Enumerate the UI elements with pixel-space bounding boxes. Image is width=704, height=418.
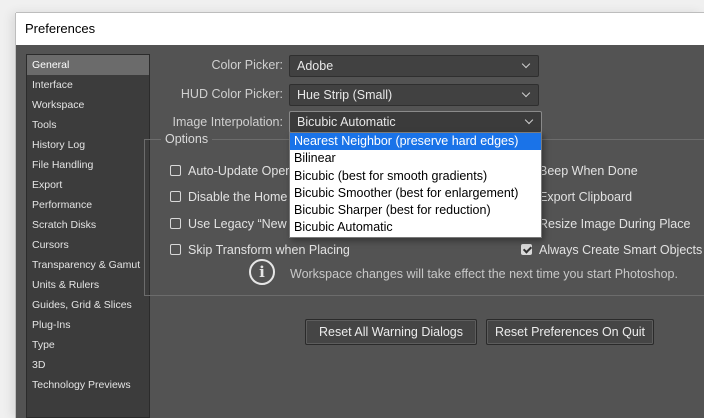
always-smart-objects-checkbox-row[interactable]: Always Create Smart Objects w: [521, 243, 704, 259]
dropdown-option-bilinear[interactable]: Bilinear: [290, 150, 541, 167]
sidebar-item-type[interactable]: Type: [27, 335, 149, 355]
sidebar-item-export[interactable]: Export: [27, 175, 149, 195]
image-interpolation-label: Image Interpolation:: [172, 115, 284, 129]
sidebar-item-history-log[interactable]: History Log: [27, 135, 149, 155]
image-interpolation-select[interactable]: Bicubic Automatic: [289, 111, 542, 133]
color-picker-select[interactable]: Adobe: [289, 55, 539, 77]
skip-transform-label: Skip Transform when Placing: [188, 243, 350, 257]
beep-when-done-label: Beep When Done: [539, 164, 638, 178]
info-circle-icon: i: [249, 259, 275, 285]
export-clipboard-label: Export Clipboard: [539, 190, 633, 204]
sidebar-item-transparency-gamut[interactable]: Transparency & Gamut: [27, 255, 149, 275]
sidebar-item-file-handling[interactable]: File Handling: [27, 155, 149, 175]
disable-home-label: Disable the Home: [188, 190, 288, 204]
use-legacy-new-label: Use Legacy “New: [188, 217, 287, 231]
resize-image-label: Resize Image During Place: [539, 217, 691, 231]
skip-transform-checkbox[interactable]: [170, 244, 181, 255]
dropdown-option-nearest-neighbor[interactable]: Nearest Neighbor (preserve hard edges): [290, 133, 541, 151]
hud-color-picker-value: Hue Strip (Small): [297, 88, 393, 102]
sidebar-item-scratch-disks[interactable]: Scratch Disks: [27, 215, 149, 235]
dropdown-option-bicubic-sharper[interactable]: Bicubic Sharper (best for reduction): [290, 202, 541, 219]
color-picker-label: Color Picker:: [211, 58, 283, 72]
dropdown-option-bicubic-smoother[interactable]: Bicubic Smoother (best for enlargement): [290, 185, 541, 202]
auto-update-label: Auto-Update Oper: [188, 164, 290, 178]
dropdown-option-bicubic-automatic[interactable]: Bicubic Automatic: [290, 219, 541, 236]
options-legend: Options: [161, 130, 213, 148]
window-title: Preferences: [16, 13, 704, 45]
sidebar-item-workspace[interactable]: Workspace: [27, 95, 149, 115]
always-smart-objects-label: Always Create Smart Objects w: [539, 243, 704, 257]
reset-warning-dialogs-button[interactable]: Reset All Warning Dialogs: [305, 319, 477, 345]
disable-home-checkbox[interactable]: [170, 191, 181, 202]
dropdown-option-bicubic[interactable]: Bicubic (best for smooth gradients): [290, 168, 541, 185]
preferences-sidebar: General Interface Workspace Tools Histor…: [26, 54, 150, 418]
always-smart-objects-checkbox[interactable]: [521, 244, 532, 255]
interpolation-dropdown-list: Nearest Neighbor (preserve hard edges) B…: [289, 132, 542, 238]
sidebar-item-guides-grid-slices[interactable]: Guides, Grid & Slices: [27, 295, 149, 315]
sidebar-item-general[interactable]: General: [27, 55, 149, 75]
sidebar-item-technology-previews[interactable]: Technology Previews: [27, 375, 149, 395]
sidebar-item-tools[interactable]: Tools: [27, 115, 149, 135]
chevron-down-icon: [521, 88, 531, 98]
sidebar-item-cursors[interactable]: Cursors: [27, 235, 149, 255]
auto-update-checkbox[interactable]: [170, 165, 181, 176]
color-picker-value: Adobe: [297, 59, 334, 73]
chevron-down-icon: [521, 59, 531, 69]
sidebar-item-performance[interactable]: Performance: [27, 195, 149, 215]
sidebar-item-plug-ins[interactable]: Plug-Ins: [27, 315, 149, 335]
use-legacy-new-checkbox[interactable]: [170, 218, 181, 229]
hud-color-picker-select[interactable]: Hue Strip (Small): [289, 84, 539, 106]
image-interpolation-value: Bicubic Automatic: [297, 115, 396, 129]
sidebar-item-interface[interactable]: Interface: [27, 75, 149, 95]
sidebar-item-units-rulers[interactable]: Units & Rulers: [27, 275, 149, 295]
chevron-down-icon: [524, 115, 534, 125]
sidebar-item-3d[interactable]: 3D: [27, 355, 149, 375]
info-message: Workspace changes will take effect the n…: [290, 267, 678, 281]
hud-color-picker-label: HUD Color Picker:: [180, 87, 283, 101]
reset-preferences-on-quit-button[interactable]: Reset Preferences On Quit: [486, 319, 654, 345]
